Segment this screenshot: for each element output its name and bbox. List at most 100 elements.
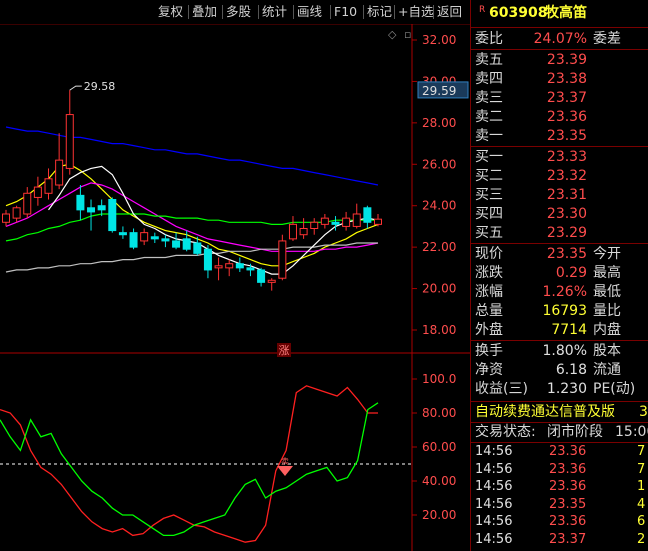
fundamental-row: 换手 1.80% 股本 <box>471 341 648 361</box>
quote-value: 16793 <box>542 303 587 319</box>
quote-label-2: 最高 <box>593 265 621 281</box>
quote-label-2: 最低 <box>593 284 621 300</box>
tick-row[interactable]: 14:56 23.36 6 <box>471 513 648 531</box>
fundamental-label-2: 流通 <box>593 362 621 378</box>
tick-time: 14:56 <box>475 479 513 494</box>
quote-value: 0.29 <box>555 265 587 281</box>
high-annotation: 29.58 <box>84 80 116 93</box>
candle-body <box>97 205 106 211</box>
candle-body <box>214 265 223 269</box>
candle-body <box>246 267 255 271</box>
y-tick-label: 26.00 <box>422 157 456 171</box>
level-label: 卖二 <box>475 109 503 125</box>
toolbar-button[interactable]: 多股 <box>226 3 251 21</box>
quote-row: 外盘 7714 内盘 <box>471 320 648 340</box>
level-price: 23.31 <box>546 187 587 203</box>
toolbar-separator <box>363 5 364 19</box>
signal-marker <box>277 466 293 476</box>
asks-row[interactable]: 卖一 23.35 <box>471 126 648 146</box>
asks-row[interactable]: 卖二 23.36 <box>471 107 648 127</box>
tick-row[interactable]: 14:56 23.36 7 <box>471 443 648 461</box>
kline-chart[interactable]: 32.0030.0028.0026.0024.0022.0020.0018.00… <box>0 24 470 551</box>
tick-price: 23.36 <box>549 514 587 529</box>
asks-row[interactable]: 卖三 23.37 <box>471 88 648 108</box>
level-label: 卖一 <box>475 128 503 144</box>
toolbar-button[interactable]: 统计 <box>262 3 287 21</box>
toolbar-button[interactable]: 复权 <box>158 3 183 21</box>
level-label: 买一 <box>475 149 503 165</box>
toolbar-separator <box>222 5 223 19</box>
bids-row[interactable]: 买三 23.31 <box>471 185 648 205</box>
level-price: 23.39 <box>546 52 587 68</box>
candle-body <box>363 207 372 223</box>
tick-price: 23.37 <box>549 531 587 547</box>
y-tick-label: 20.00 <box>422 282 456 296</box>
asks-row[interactable]: 卖四 23.38 <box>471 69 648 89</box>
candle-body <box>12 207 21 219</box>
toolbar-button[interactable]: 叠加 <box>192 3 217 21</box>
level-price: 23.38 <box>546 71 587 87</box>
quote-label: 外盘 <box>475 322 503 338</box>
chart-toolbar: 复权 叠加 多股 统计 画线 F10 标记 +自选 返回 <box>0 0 470 25</box>
bids-row[interactable]: 买五 23.29 <box>471 223 648 243</box>
oscillator-line <box>0 402 379 537</box>
bids-row[interactable]: 买一 23.33 <box>471 147 648 167</box>
diamond-icon: ◇ <box>388 28 397 41</box>
candle-body <box>23 192 32 215</box>
candle-body <box>118 232 127 236</box>
ma-line <box>5 182 379 252</box>
candle-body <box>193 242 202 254</box>
tick-row[interactable]: 14:56 23.36 7 <box>471 461 648 479</box>
candle-body <box>278 240 287 279</box>
candle-body <box>320 217 329 225</box>
level-price: 23.36 <box>546 109 587 125</box>
candle-body <box>172 240 181 248</box>
tick-time: 14:56 <box>475 496 513 512</box>
fundamental-row: 净资 6.18 流通 <box>471 360 648 380</box>
trade-status-value: 闭市阶段 <box>547 424 603 440</box>
tick-time: 14:56 <box>475 444 513 459</box>
promo-banner[interactable]: 自动续费通达信普及版 3 <box>471 402 648 422</box>
y-tick-label: 22.00 <box>422 240 456 254</box>
toolbar-separator <box>330 5 331 19</box>
quote-label-2: 量比 <box>593 303 621 319</box>
level-price: 23.32 <box>546 168 587 184</box>
ma-line <box>5 242 378 273</box>
toolbar-button[interactable]: 标记 <box>367 3 392 21</box>
candle-body <box>2 213 10 223</box>
level-price: 23.33 <box>546 149 587 165</box>
divider <box>471 27 648 28</box>
y-tick-label: 18.00 <box>422 323 456 337</box>
rise-marker: 涨 <box>279 344 290 357</box>
promo-text[interactable]: 自动续费通达信普及版 <box>475 402 615 422</box>
candle-body <box>235 263 244 269</box>
quote-label: 现价 <box>475 246 503 262</box>
tick-row[interactable]: 14:56 23.36 1 <box>471 478 648 496</box>
toolbar-button[interactable]: 画线 <box>297 3 322 21</box>
quote-value: 23.35 <box>546 246 587 262</box>
quote-panel: R 603908 牧高笛 委比 24.07% 委差 卖五 23.39 卖四 23.38… <box>470 0 648 551</box>
tick-price: 23.35 <box>549 496 587 512</box>
candle-body <box>299 228 308 236</box>
quote-value: 1.26% <box>542 284 587 300</box>
signal-label: 卖 <box>281 457 289 466</box>
quote-row: 涨跌 0.29 最高 <box>471 263 648 283</box>
asks-row[interactable]: 卖五 23.39 <box>471 50 648 70</box>
bids-row[interactable]: 买四 23.30 <box>471 204 648 224</box>
promo-extra: 3 <box>639 404 648 420</box>
tick-row[interactable]: 14:56 23.37 2 <box>471 531 648 549</box>
quote-label-2: 内盘 <box>593 322 621 338</box>
toolbar-button[interactable]: F10 <box>334 3 357 21</box>
toolbar-button[interactable]: 返回 <box>437 3 462 21</box>
bids-row[interactable]: 买二 23.32 <box>471 166 648 186</box>
window-icon: ▫ <box>404 28 411 41</box>
candle-body <box>203 248 212 271</box>
tick-row[interactable]: 14:56 23.35 4 <box>471 496 648 514</box>
candle-body <box>108 199 117 232</box>
candle-body <box>225 263 234 269</box>
level-label: 买五 <box>475 225 503 241</box>
tick-time: 14:56 <box>475 531 513 547</box>
toolbar-button[interactable]: +自选 <box>398 3 433 21</box>
tick-extra: 7 <box>637 461 646 477</box>
fundamental-label-2: PE(动) <box>593 381 636 397</box>
